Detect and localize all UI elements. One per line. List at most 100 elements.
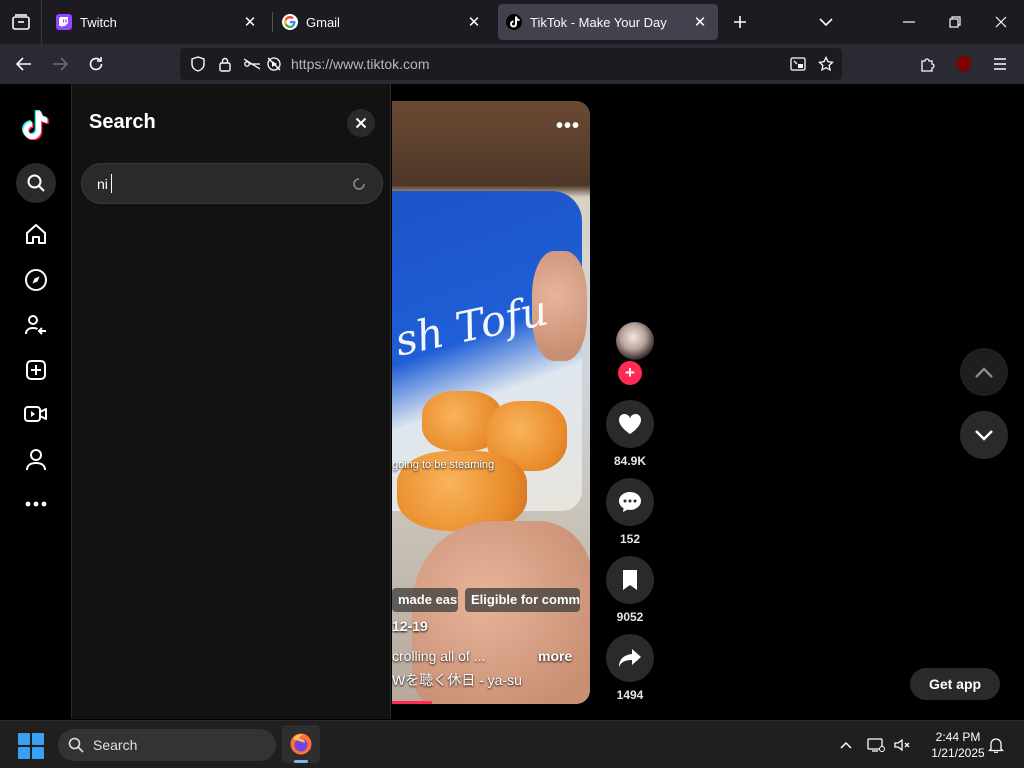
tiktok-logo-icon[interactable] [16,104,56,144]
windows-start-icon[interactable] [18,733,44,759]
restore-icon [949,16,961,28]
reload-button[interactable] [82,50,110,78]
taskbar-search-label: Search [93,737,138,753]
comment-bubble-icon [619,492,641,512]
show-hidden-icons-button[interactable] [836,735,856,755]
minimize-button[interactable] [895,8,923,36]
search-icon [68,737,84,753]
bookmark-icon [623,570,637,590]
previous-video-button[interactable] [960,348,1008,396]
autoplay-blocked-icon[interactable] [264,54,284,74]
tab-tiktok[interactable]: TikTok - Make Your Day ✕ [498,4,718,40]
tab-title: Gmail [306,14,340,30]
tiktok-favicon-icon [506,14,522,30]
tab-title: TikTok - Make Your Day [530,14,667,30]
close-window-button[interactable] [987,8,1015,36]
volume-muted-icon[interactable] [892,735,912,755]
text-cursor [111,174,112,193]
search-input[interactable]: ni [81,163,383,204]
video-music-title[interactable]: Wを聴く休日 - ya-su [392,670,522,690]
chevron-down-icon [975,429,993,441]
nav-search-button[interactable] [16,163,56,203]
browser-tab-strip: Twitch ✕ Gmail ✕ TikTok - Make Your Day … [0,0,1024,44]
taskbar-search-box[interactable]: Search [58,729,276,761]
tracking-protection-shield-icon[interactable] [188,54,208,74]
tab-divider [272,12,273,32]
lock-icon[interactable] [215,54,235,74]
follow-plus-button[interactable]: + [618,361,642,385]
screen: Twitch ✕ Gmail ✕ TikTok - Make Your Day … [0,0,1024,768]
nav-following-button[interactable] [16,305,56,345]
comment-button[interactable] [606,478,654,526]
comment-count: 152 [619,532,641,546]
close-icon [355,117,367,129]
bookmark-star-icon[interactable] [816,54,836,74]
close-tab-icon[interactable]: ✕ [690,12,710,32]
close-search-panel-button[interactable] [347,109,375,137]
profile-icon [26,449,46,471]
video-more-options-icon[interactable]: ••• [556,115,580,138]
close-tab-icon[interactable]: ✕ [240,12,260,32]
share-button[interactable] [606,634,654,682]
address-bar[interactable]: https://www.tiktok.com [180,48,842,80]
minimize-icon [903,21,915,23]
video-description: crolling all of ... [392,648,486,664]
back-button[interactable] [10,50,38,78]
ublock-extension-button[interactable] [950,50,978,78]
app-menu-button[interactable] [986,50,1014,78]
windows-taskbar: Search 2:44 PM 1/21/2025 [0,720,1024,768]
search-panel: Search ni [72,84,391,719]
tab-gmail[interactable]: Gmail ✕ [274,4,492,40]
close-tab-icon[interactable]: ✕ [464,12,484,32]
next-video-button[interactable] [960,411,1008,459]
picture-in-picture-icon[interactable] [788,54,808,74]
save-count: 9052 [616,610,644,624]
search-query-text: ni [97,176,108,192]
twitch-icon [56,14,72,30]
video-player[interactable]: sh Tofu ••• going to be steaming made ea… [392,101,590,704]
creator-avatar[interactable] [616,322,654,360]
list-all-tabs-button[interactable] [812,8,840,36]
network-icon[interactable] [866,735,886,755]
taskbar-firefox-button[interactable] [282,725,320,763]
hamburger-menu-icon [994,58,1006,70]
browser-toolbar: https://www.tiktok.com 75 [0,44,1024,104]
tab-overview-icon [11,14,30,30]
video-tag-chip[interactable]: made easy [392,588,458,612]
live-video-icon [24,406,47,422]
chevron-down-icon [819,18,833,27]
following-user-icon [25,315,46,335]
tab-overview-button[interactable] [0,0,42,44]
notifications-bell-icon[interactable] [986,735,1006,755]
search-icon [27,174,45,192]
active-app-indicator [294,760,308,763]
get-app-button[interactable]: Get app [910,668,1000,700]
nav-upload-button[interactable] [16,350,56,390]
url-text: https://www.tiktok.com [291,56,430,72]
restore-button[interactable] [941,8,969,36]
video-tag-chip[interactable]: Eligible for comm [465,588,580,612]
nav-explore-button[interactable] [16,260,56,300]
tab-title: Twitch [80,14,117,30]
new-tab-button[interactable] [726,8,754,36]
like-button[interactable] [606,400,654,448]
nav-more-button[interactable] [16,484,56,524]
more-dots-icon [25,501,47,507]
extensions-button[interactable] [914,50,942,78]
firefox-icon [290,733,312,755]
tiktok-page: Search ni sh Tofu ••• going to be steami… [0,84,1024,719]
video-progress-bar[interactable] [392,701,432,704]
shield-extension-icon [957,56,971,72]
nav-profile-button[interactable] [16,440,56,480]
nav-live-button[interactable] [16,394,56,434]
nav-home-button[interactable] [16,214,56,254]
tab-twitch[interactable]: Twitch ✕ [48,4,268,40]
video-caption-overlay: going to be steaming [392,459,495,471]
chevron-up-icon [840,741,852,749]
video-more-link[interactable]: more [538,648,572,664]
side-navigation [0,84,72,719]
permissions-icon[interactable] [242,54,262,74]
forward-button[interactable] [46,50,74,78]
save-button[interactable] [606,556,654,604]
reload-icon [89,57,103,71]
